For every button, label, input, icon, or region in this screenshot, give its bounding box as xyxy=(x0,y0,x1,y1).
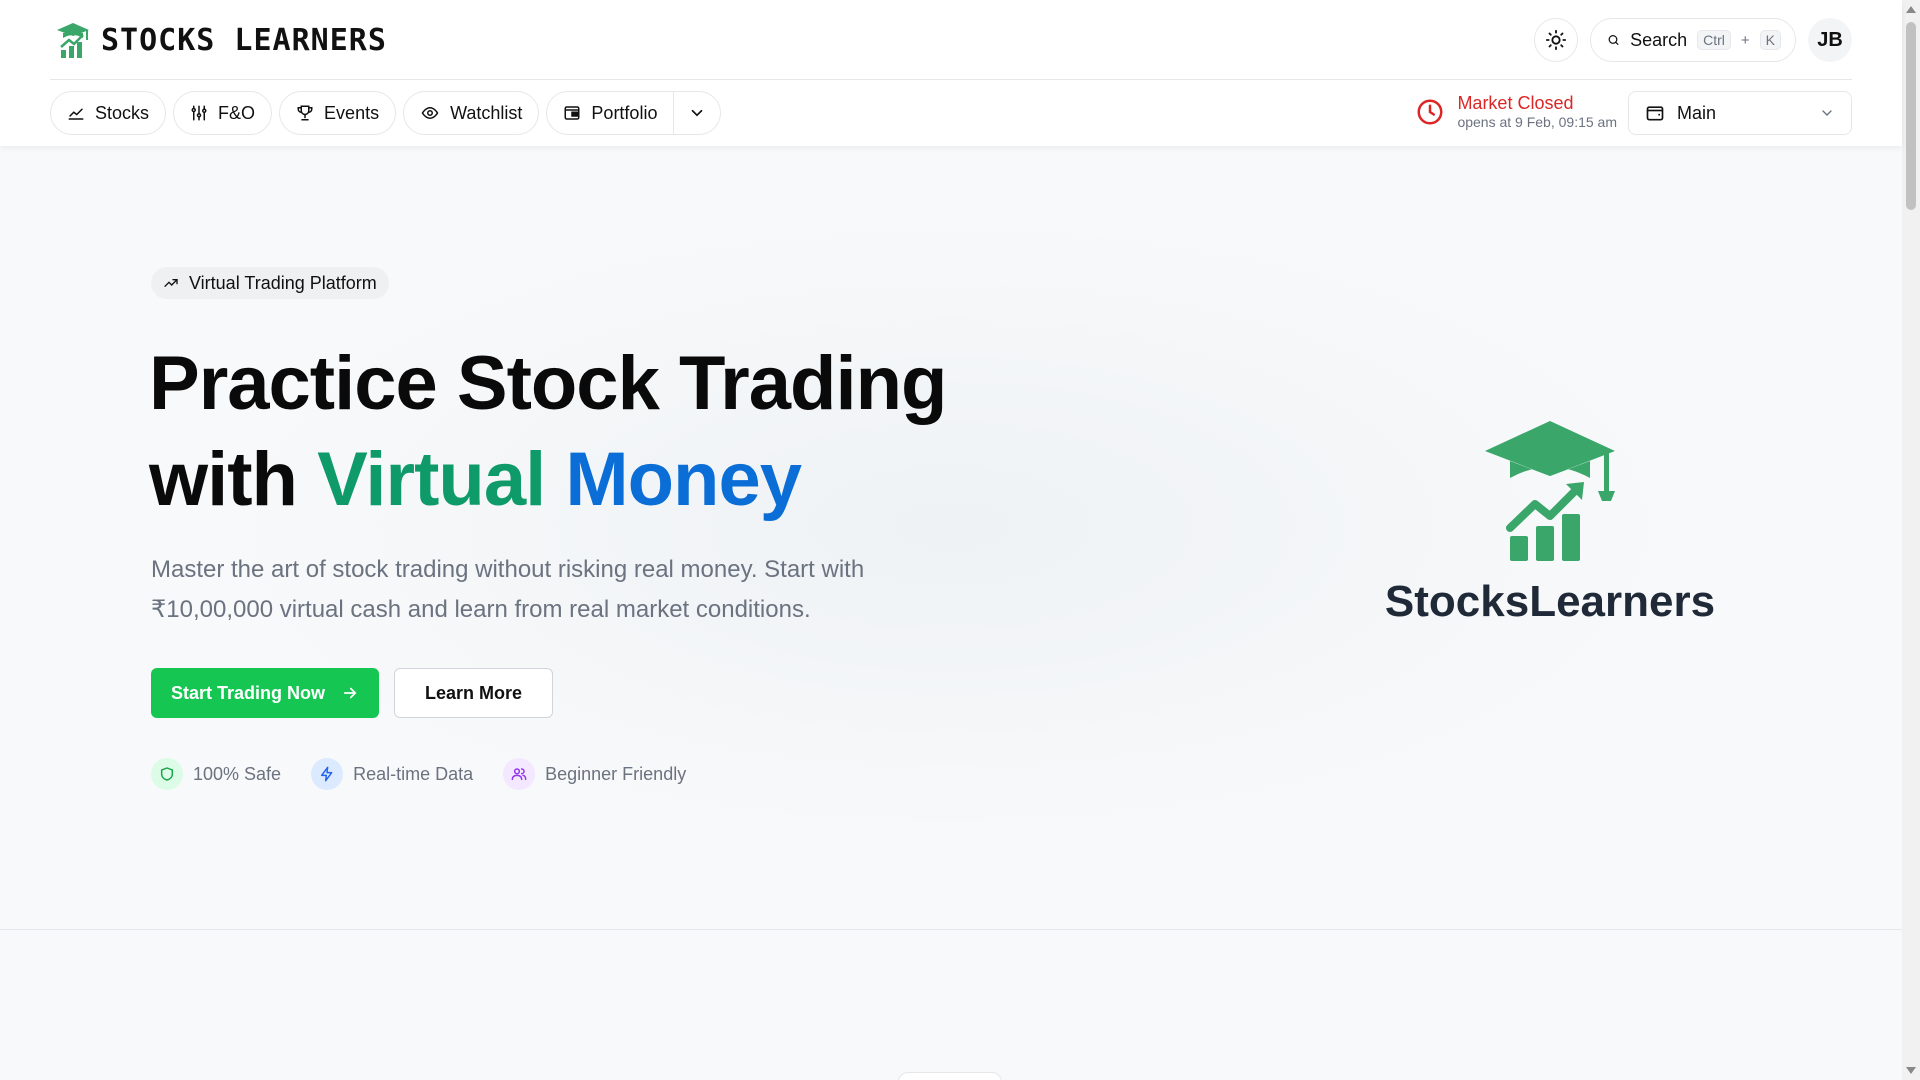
nav-item-fno[interactable]: F&O xyxy=(173,91,273,135)
nav-item-watchlist[interactable]: Watchlist xyxy=(403,91,540,135)
nav-item-stocks[interactable]: Stocks xyxy=(50,91,167,135)
logo[interactable]: STOCKS LEARNERS xyxy=(55,18,387,62)
nav-item-events[interactable]: Events xyxy=(279,91,397,135)
cta-row: Start Trading Now Learn More xyxy=(151,668,554,718)
scroll-thumb[interactable] xyxy=(1906,22,1916,210)
feature-label: Beginner Friendly xyxy=(545,763,687,784)
page-scrollbar[interactable] xyxy=(1902,0,1920,1080)
nav-item-portfolio[interactable]: Portfolio xyxy=(547,92,673,134)
headline-virtual: Virtual xyxy=(317,437,546,522)
start-trading-button[interactable]: Start Trading Now xyxy=(151,668,380,718)
market-text: Market Closed opens at 9 Feb, 09:15 am xyxy=(1457,93,1617,131)
account-select[interactable]: Main xyxy=(1628,91,1852,135)
search-button[interactable]: Search Ctrl + K xyxy=(1590,18,1796,62)
feature-label: Real-time Data xyxy=(353,763,474,784)
shortcut-ctrl: Ctrl xyxy=(1697,30,1731,50)
nav-item-label: Events xyxy=(324,102,380,123)
feature-list: 100% Safe Real-time Data Beginner Friend… xyxy=(151,758,686,790)
trending-up-icon xyxy=(164,279,178,287)
hero-section: Virtual Trading Platform Practice Stock … xyxy=(0,146,1902,930)
logo-icon xyxy=(57,23,89,58)
brand-card: StocksLearners xyxy=(1380,416,1720,636)
shortcut-plus: + xyxy=(1740,31,1750,49)
headline-money: Money xyxy=(565,437,802,522)
feature-item: Beginner Friendly xyxy=(503,758,686,790)
nav-item-label: F&O xyxy=(218,102,256,123)
clock-icon xyxy=(1417,99,1443,125)
headline-line1: Practice Stock Trading xyxy=(149,341,947,426)
scroll-down-icon[interactable] xyxy=(1906,1067,1916,1074)
brand-name: StocksLearners xyxy=(1384,577,1716,626)
eye-icon xyxy=(421,106,439,120)
users-icon xyxy=(503,758,536,790)
headline-with: with xyxy=(149,437,318,522)
app-header: STOCKS LEARNERS Search Ctrl + K JB Stock… xyxy=(0,0,1902,146)
feature-item: 100% Safe xyxy=(151,758,281,790)
shortcut-k: K xyxy=(1759,30,1781,50)
top-actions: Search Ctrl + K JB xyxy=(1534,18,1852,62)
chevron-down-icon xyxy=(1822,110,1832,116)
next-section-badge xyxy=(898,1072,1002,1080)
feature-label: 100% Safe xyxy=(193,763,282,784)
nav-more-button[interactable] xyxy=(673,92,720,134)
avatar[interactable]: JB xyxy=(1808,18,1852,62)
arrow-right-icon xyxy=(343,687,357,699)
trophy-icon xyxy=(297,105,313,121)
brand-logo-icon xyxy=(1485,421,1615,561)
search-label: Search xyxy=(1630,29,1688,50)
platform-badge: Virtual Trading Platform xyxy=(151,267,389,299)
hero-description: Master the art of stock trading without … xyxy=(151,556,865,623)
nav-pills: Stocks F&O Events Watchlist Portfolio xyxy=(50,91,722,135)
chart-line-icon xyxy=(68,108,84,120)
market-status: Market Closed opens at 9 Feb, 09:15 am xyxy=(1415,93,1617,131)
nav-item-label: Stocks xyxy=(95,102,150,123)
feature-item: Real-time Data xyxy=(311,758,473,790)
wallet-icon xyxy=(1646,106,1664,121)
start-trading-label: Start Trading Now xyxy=(171,682,326,703)
wallet-icon xyxy=(564,106,580,120)
hero-headline: Practice Stock Trading with Virtual Mone… xyxy=(149,336,1049,528)
market-opens-text: opens at 9 Feb, 09:15 am xyxy=(1457,114,1617,130)
badge-label: Virtual Trading Platform xyxy=(189,272,377,293)
market-status-title: Market Closed xyxy=(1457,93,1574,113)
account-label: Main xyxy=(1677,102,1717,123)
search-icon xyxy=(1608,35,1619,45)
nav-item-label: Portfolio xyxy=(591,102,658,123)
sliders-icon xyxy=(191,105,207,121)
scroll-up-icon[interactable] xyxy=(1906,6,1916,13)
nav-bar: Stocks F&O Events Watchlist Portfolio Ma… xyxy=(50,91,1852,137)
learn-more-button[interactable]: Learn More xyxy=(394,668,554,718)
logo-text: STOCKS LEARNERS xyxy=(101,22,387,58)
sun-icon xyxy=(1545,29,1567,51)
shield-icon xyxy=(151,758,183,790)
lightning-icon xyxy=(311,758,344,790)
theme-toggle-button[interactable] xyxy=(1534,18,1578,62)
nav-group-portfolio: Portfolio xyxy=(546,91,722,135)
top-bar: STOCKS LEARNERS Search Ctrl + K JB xyxy=(50,0,1852,80)
nav-item-label: Watchlist xyxy=(450,102,523,123)
chevron-down-icon xyxy=(692,109,703,117)
